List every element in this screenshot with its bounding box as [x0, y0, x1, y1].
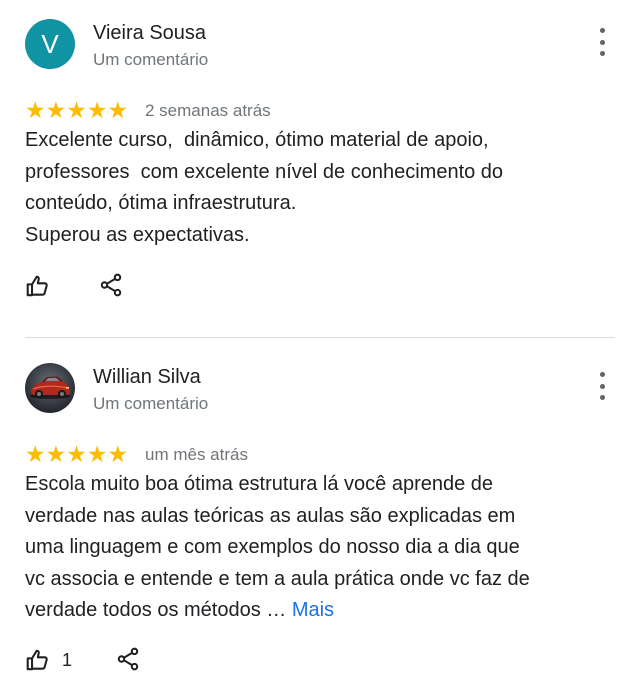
like-button[interactable]: [25, 272, 51, 300]
review-actions: 1: [25, 646, 325, 676]
share-button[interactable]: [98, 272, 126, 300]
author-name[interactable]: Vieira Sousa: [93, 22, 206, 45]
share-button[interactable]: [115, 646, 143, 674]
avatar-letter: V: [41, 28, 59, 59]
review-date: 2 semanas atrás: [145, 101, 271, 120]
star-rating: ★★★★★: [25, 441, 129, 467]
thumbs-up-icon: [26, 275, 48, 297]
author-meta: Um comentário: [93, 394, 209, 413]
like-button[interactable]: 1: [25, 646, 72, 674]
author-name[interactable]: Willian Silva: [93, 366, 201, 389]
share-icon: [100, 273, 122, 297]
star-rating: ★★★★★: [25, 97, 129, 123]
share-icon: [117, 647, 139, 671]
divider: [25, 337, 615, 338]
thumbs-up-icon: [26, 649, 48, 671]
author-meta: Um comentário: [93, 50, 209, 69]
avatar[interactable]: [25, 363, 75, 413]
review-text-body: Escola muito boa ótima estrutura lá você…: [25, 473, 530, 621]
more-options-icon[interactable]: [590, 28, 614, 56]
review-text: Excelente curso, dinâmico, ótimo materia…: [25, 129, 504, 246]
avatar[interactable]: V: [25, 19, 75, 69]
more-options-icon[interactable]: [590, 372, 614, 400]
review-date: um mês atrás: [145, 445, 248, 464]
car-photo-icon: [30, 376, 70, 399]
like-count: 1: [62, 649, 73, 670]
read-more-link[interactable]: Mais: [292, 599, 334, 621]
review-text: Escola muito boa ótima estrutura lá você…: [25, 469, 625, 627]
review-actions: [25, 272, 325, 302]
